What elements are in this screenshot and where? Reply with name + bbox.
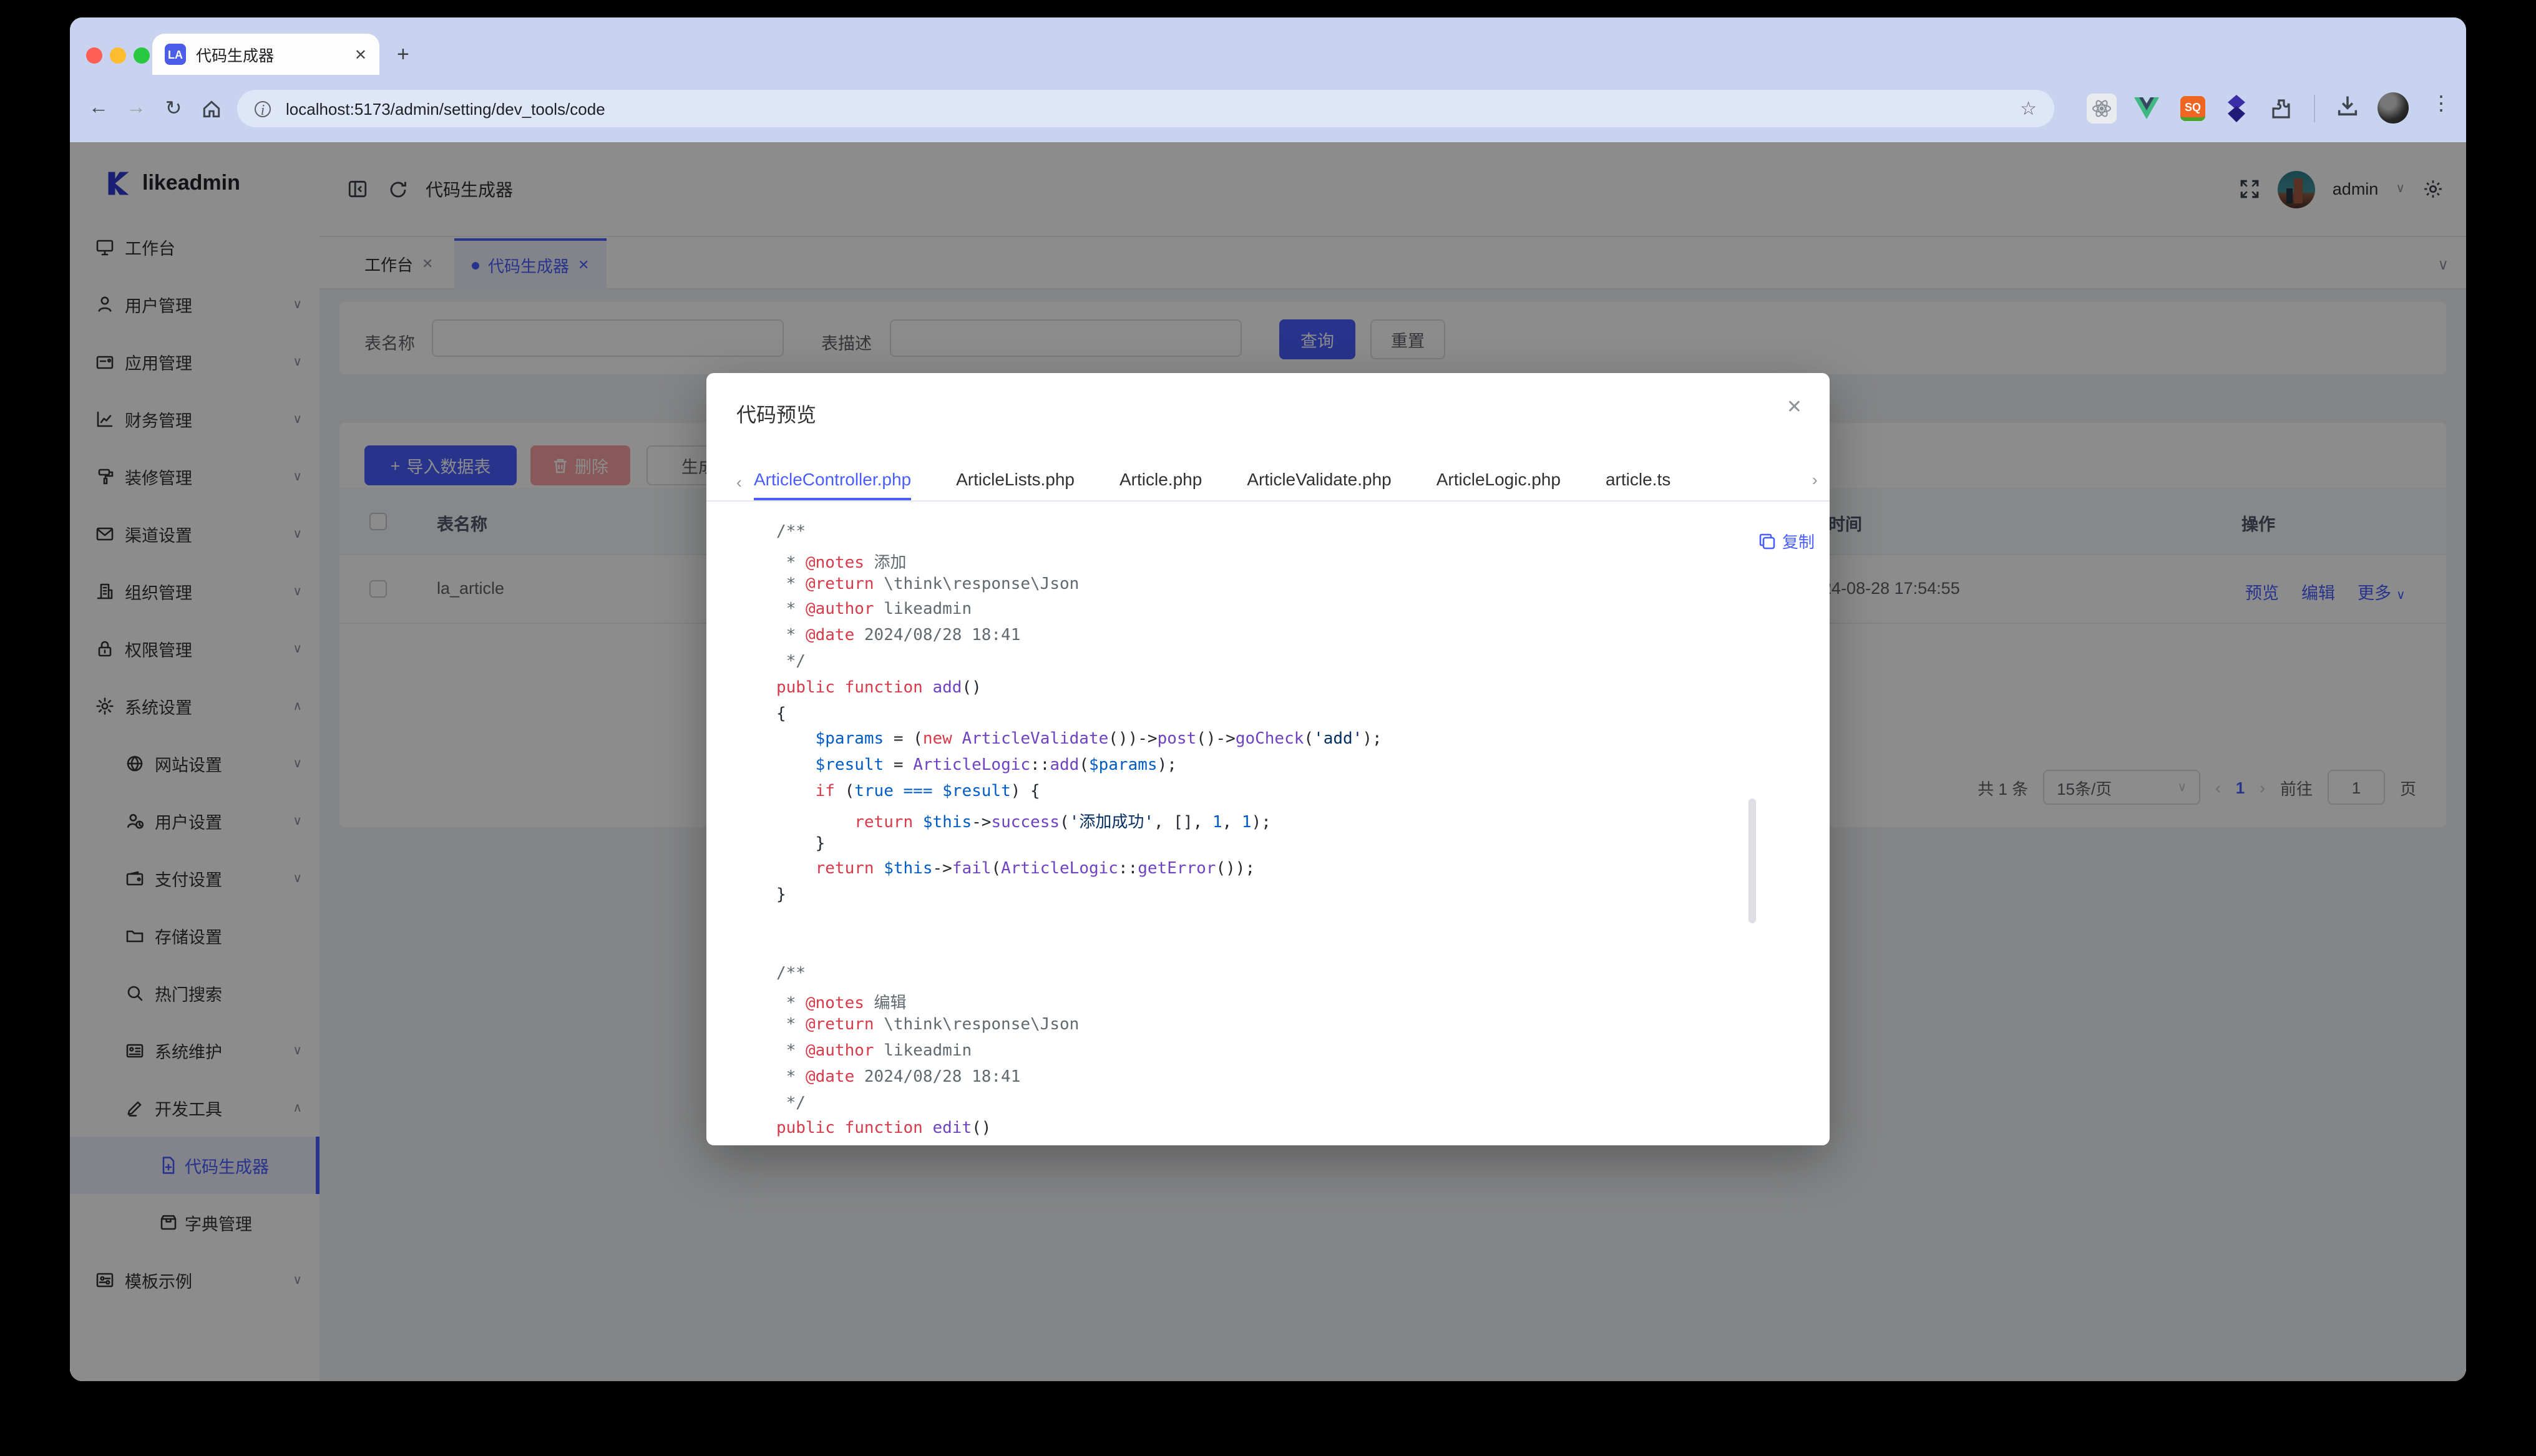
code-line: * @author likeadmin: [776, 1042, 1780, 1068]
browser-menu-icon[interactable]: ⋮: [2431, 91, 2451, 116]
copy-button[interactable]: 复制: [1758, 529, 1815, 553]
home-icon[interactable]: [192, 98, 230, 119]
code-file-tab-Article.php[interactable]: Article.php: [1119, 463, 1202, 500]
code-line: * @notes 添加: [776, 549, 1780, 575]
code-line: $result = ArticleLogic::add($params);: [776, 756, 1780, 782]
code-line: public function edit(): [776, 1120, 1780, 1145]
browser-chrome: LA 代码生成器 ✕ + ← → ↻ i localhost:5173/admi…: [70, 17, 2466, 142]
copy-label: 复制: [1782, 529, 1815, 553]
code-line: * @date 2024/08/28 18:41: [776, 1067, 1780, 1094]
sq-extension-icon[interactable]: SQ: [2178, 94, 2208, 124]
code-file-tab-article.ts[interactable]: article.ts: [1606, 463, 1670, 500]
tabs-divider: [706, 500, 1830, 502]
code-scrollbar-thumb[interactable]: [1748, 798, 1756, 923]
url-bar[interactable]: i localhost:5173/admin/setting/dev_tools…: [237, 90, 2054, 127]
site-info-icon[interactable]: i: [255, 100, 271, 117]
code-line: return $this->fail(ArticleLogic::getErro…: [776, 860, 1780, 886]
code-line: [776, 912, 1780, 938]
code-line: * @date 2024/08/28 18:41: [776, 626, 1780, 653]
diamond-extension-icon[interactable]: [2221, 94, 2251, 124]
toolbar-separator: [2314, 95, 2315, 122]
code-file-tab-ArticleValidate.php[interactable]: ArticleValidate.php: [1247, 463, 1391, 500]
desktop: LA 代码生成器 ✕ + ← → ↻ i localhost:5173/admi…: [0, 0, 2536, 1456]
code-file-tabs: ‹ ArticleController.php ArticleLists.php A…: [736, 463, 1800, 500]
browser-window: LA 代码生成器 ✕ + ← → ↻ i localhost:5173/admi…: [70, 17, 2466, 1381]
new-tab-button[interactable]: +: [397, 42, 409, 67]
code-line: }: [776, 886, 1780, 912]
browser-profile-avatar[interactable]: [2378, 92, 2409, 124]
react-devtools-icon[interactable]: [2087, 94, 2117, 124]
modal-close-icon[interactable]: ✕: [1787, 396, 1802, 418]
favicon: LA: [165, 44, 186, 65]
code-preview-modal: 代码预览 ✕ ‹ ArticleController.php ArticleLis…: [706, 373, 1830, 1145]
browser-tab[interactable]: LA 代码生成器 ✕: [152, 34, 379, 75]
tabs-scroll-left-icon[interactable]: ‹: [736, 472, 754, 491]
minimize-window-button[interactable]: [110, 47, 126, 64]
code-line: */: [776, 1094, 1780, 1120]
code-viewer[interactable]: /** * @notes 添加 * @return \think\respons…: [776, 523, 1780, 1145]
downloads-icon[interactable]: [2335, 94, 2360, 119]
code-line: {: [776, 704, 1780, 730]
code-line: }: [776, 834, 1780, 860]
code-line: /**: [776, 964, 1780, 990]
code-file-tab-ArticleLogic.php[interactable]: ArticleLogic.php: [1436, 463, 1561, 500]
code-line: if (true === $result) {: [776, 782, 1780, 808]
zoom-window-button[interactable]: [134, 47, 150, 64]
vue-devtools-icon[interactable]: [2132, 94, 2162, 124]
code-line: * @notes 编辑: [776, 990, 1780, 1016]
code-line: public function add(): [776, 679, 1780, 705]
tab-close-icon[interactable]: ✕: [354, 46, 367, 63]
copy-icon: [1758, 532, 1776, 550]
browser-tab-title: 代码生成器: [196, 42, 354, 66]
tabs-scroll-right-icon[interactable]: ›: [1812, 470, 1830, 489]
code-line: return $this->success('添加成功', [], 1, 1);: [776, 808, 1780, 835]
modal-title: 代码预览: [736, 398, 816, 428]
code-line: * @author likeadmin: [776, 601, 1780, 627]
code-line: $params = (new ArticleValidate())->post(…: [776, 730, 1780, 757]
puzzle-extensions-icon[interactable]: [2266, 94, 2296, 124]
code-file-tab-ArticleController.php[interactable]: ArticleController.php: [754, 463, 911, 500]
url-text: localhost:5173/admin/setting/dev_tools/c…: [286, 99, 2020, 118]
forward-icon[interactable]: →: [117, 97, 155, 120]
code-line: [776, 938, 1780, 964]
code-line: * @return \think\response\Json: [776, 1016, 1780, 1042]
bookmark-star-icon[interactable]: ☆: [2020, 97, 2037, 120]
back-icon[interactable]: ←: [80, 97, 117, 120]
code-file-tab-ArticleLists.php[interactable]: ArticleLists.php: [956, 463, 1075, 500]
code-line: * @return \think\response\Json: [776, 575, 1780, 601]
code-line: */: [776, 653, 1780, 679]
code-line: /**: [776, 523, 1780, 549]
close-window-button[interactable]: [86, 47, 102, 64]
reload-icon[interactable]: ↻: [155, 96, 192, 121]
